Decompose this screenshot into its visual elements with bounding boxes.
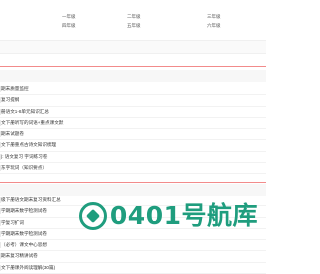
- grade-5-link[interactable]: 五年级: [127, 23, 141, 29]
- grade-3-link[interactable]: 三年级: [207, 14, 221, 20]
- watermark: 0401号航库: [78, 201, 258, 231]
- section-header: [0, 70, 266, 82]
- list-item[interactable]: 文下册课外阅读理解(30篇): [0, 263, 266, 274]
- section-divider: [0, 182, 266, 183]
- section-divider: [0, 66, 266, 67]
- list-item[interactable]: 文下册听写的词语+重点课文默: [0, 118, 266, 130]
- grade-1-link[interactable]: 一年级: [62, 14, 76, 20]
- list-item[interactable]: 期末试题卷: [0, 129, 266, 141]
- search-bar[interactable]: [0, 40, 266, 54]
- list-item[interactable]: 期末复习精讲试卷: [0, 251, 266, 263]
- list-item[interactable]: （必考）课文中心思想: [0, 240, 266, 252]
- list-item[interactable]: 东字玩词（知识要点）: [0, 163, 266, 175]
- list-item[interactable]: 文下册重点古诗文知识梳理: [0, 140, 266, 152]
- list-item[interactable]: 复习提纲: [0, 95, 266, 107]
- grade-4-link[interactable]: 四年级: [62, 23, 76, 29]
- article-list-top: 期末质量监控 复习提纲 册语文1-8单元知识汇总 文下册听写的词语+重点课文默 …: [0, 84, 266, 175]
- list-item[interactable]: 期末质量监控: [0, 84, 266, 96]
- grade-2-link[interactable]: 二年级: [127, 14, 141, 20]
- watermark-text: 0401号航库: [109, 201, 258, 230]
- list-item[interactable]: 册语文1-8单元知识汇总: [0, 107, 266, 118]
- logo-icon: [78, 202, 107, 230]
- grade-selector: 一年级 二年级 三年级 四年级 五年级 六年级: [0, 0, 266, 40]
- grade-6-link[interactable]: 六年级: [207, 23, 221, 29]
- list-item[interactable]: |: 语文复习 字词练习卷: [0, 152, 266, 164]
